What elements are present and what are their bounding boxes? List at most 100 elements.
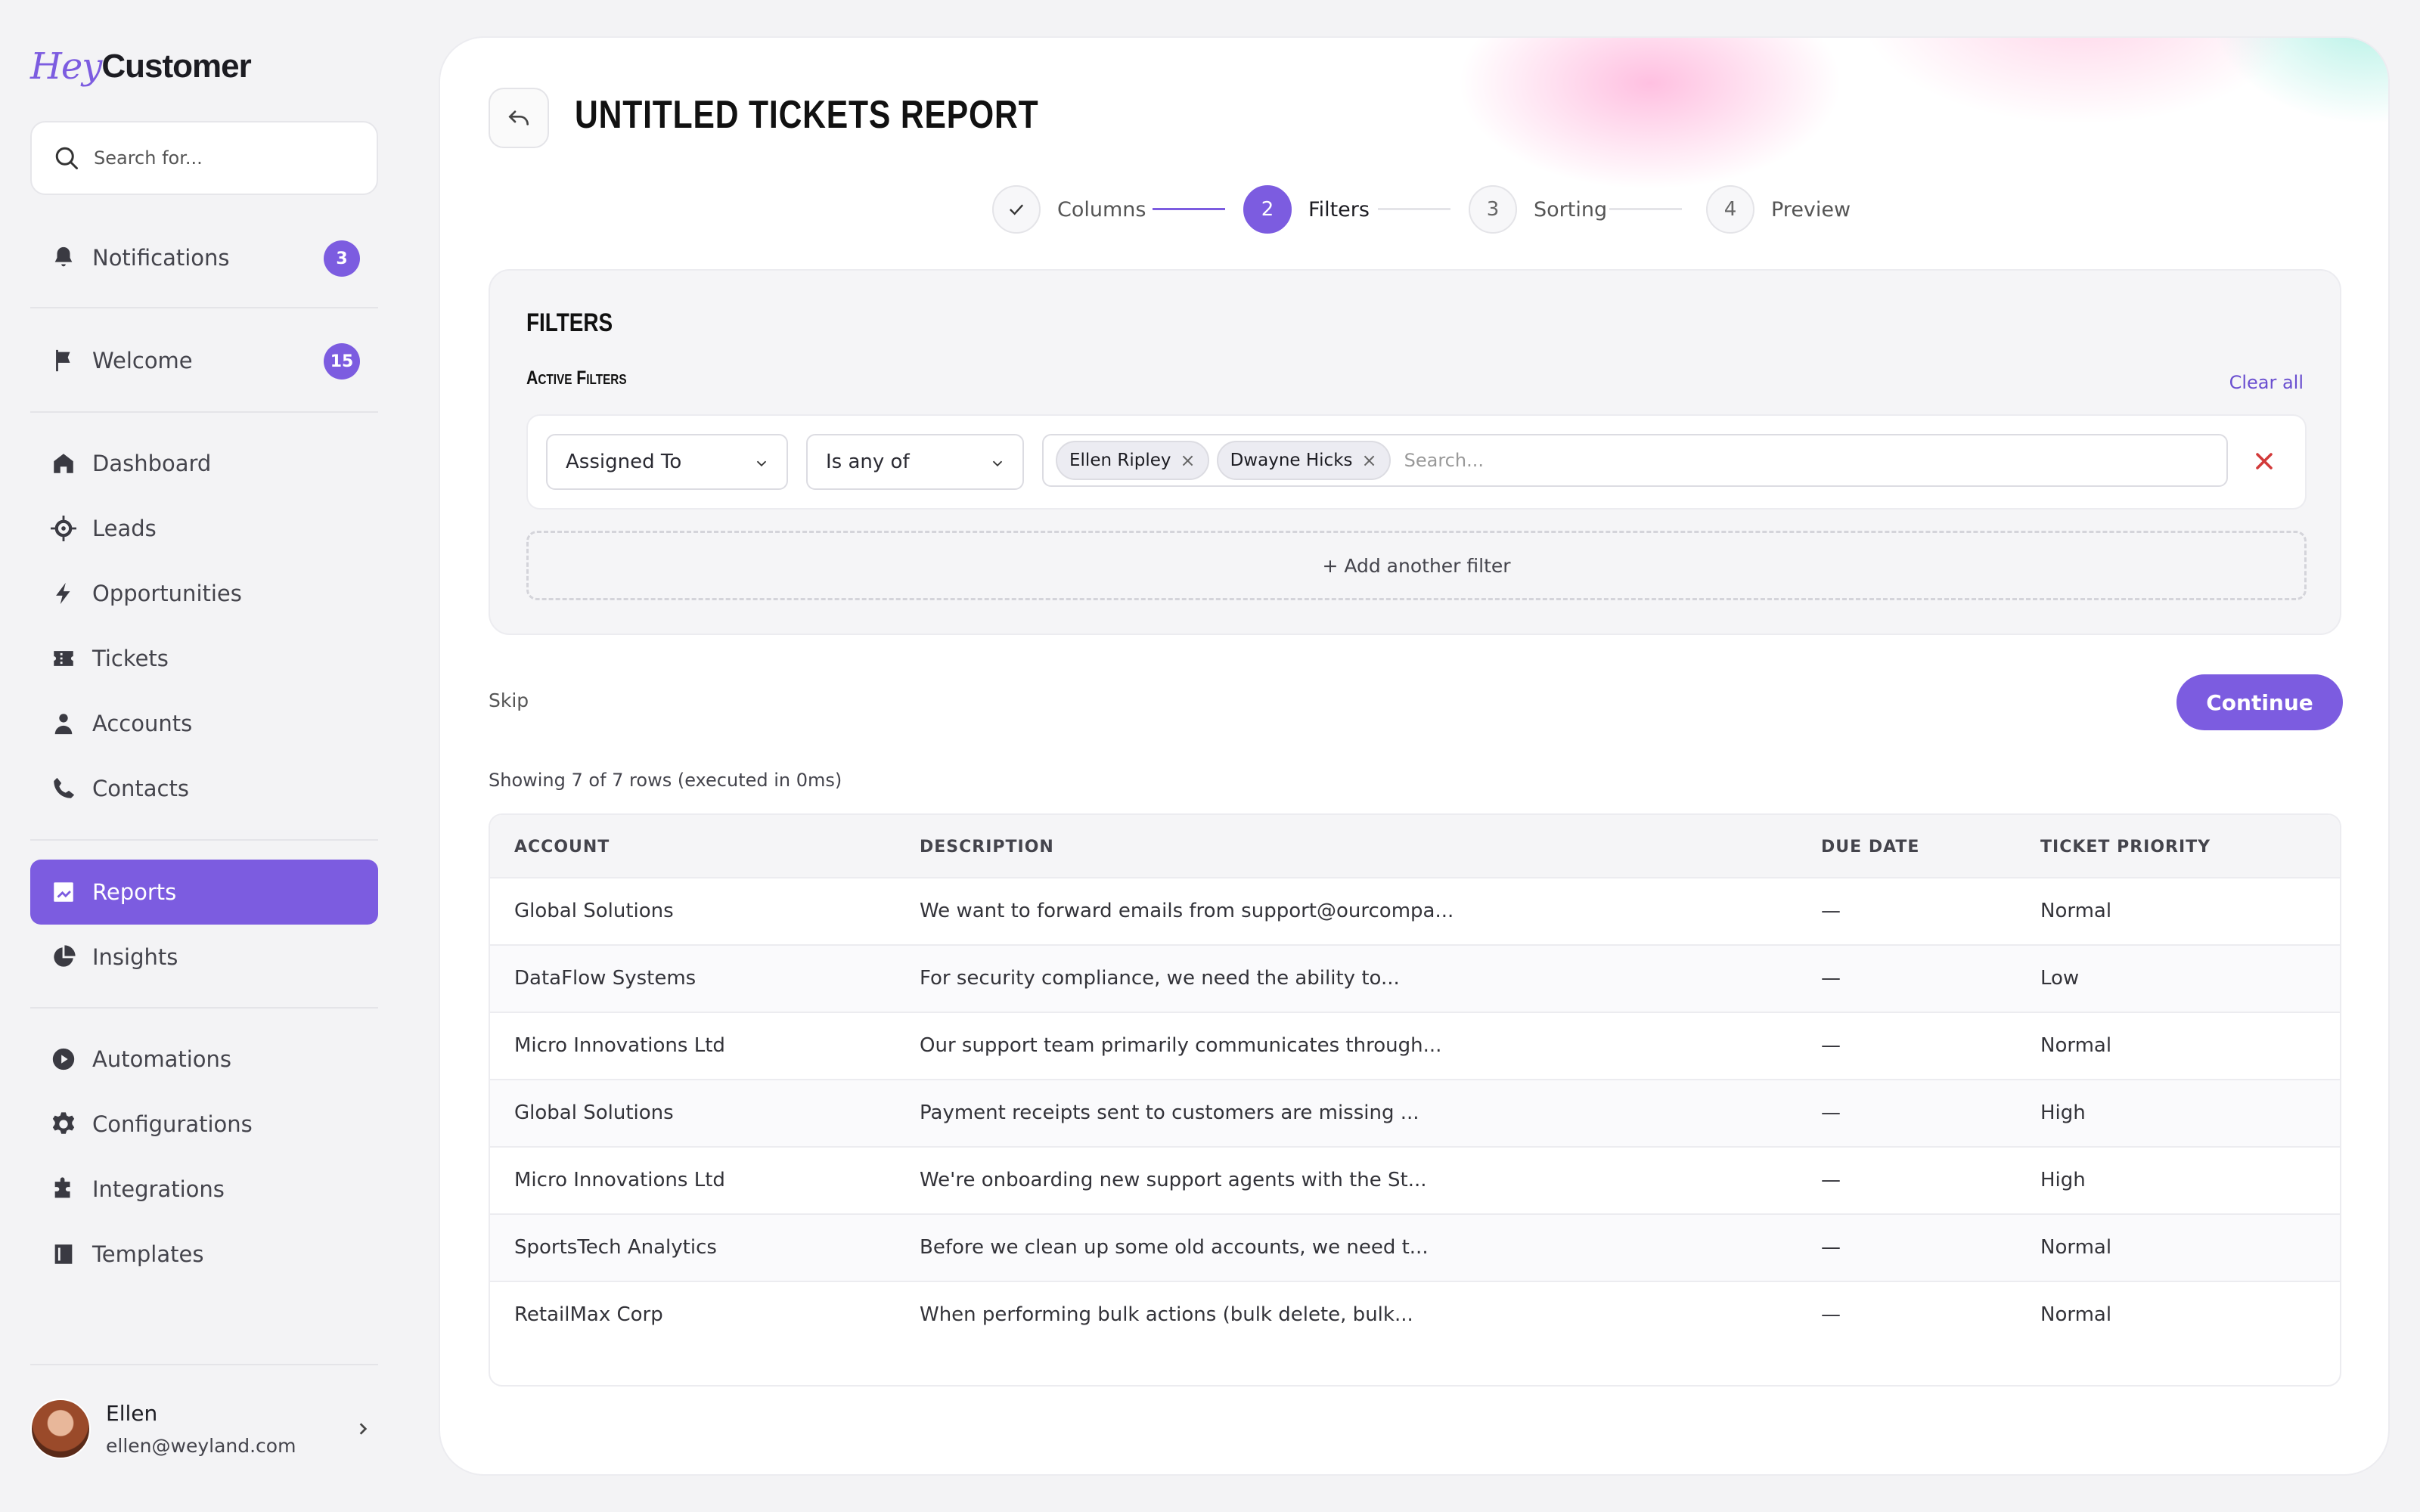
- table-row[interactable]: Micro Innovations Ltd Our support team p…: [490, 1013, 2340, 1080]
- value-chip: Ellen Ripley ×: [1056, 441, 1209, 480]
- search-input[interactable]: [94, 147, 351, 169]
- step-filters[interactable]: 2 Filters: [1243, 184, 1370, 234]
- back-button[interactable]: [489, 88, 549, 148]
- welcome-badge: 15: [324, 343, 360, 380]
- cell-due-date: —: [1821, 1169, 1841, 1191]
- operator-select[interactable]: Is any of: [806, 434, 1024, 490]
- cell-description: We're onboarding new support agents with…: [920, 1169, 1427, 1191]
- sidebar-item-templates[interactable]: Templates: [30, 1222, 378, 1287]
- column-header-account[interactable]: ACCOUNT: [514, 838, 610, 857]
- sidebar-divider: [30, 1364, 378, 1365]
- sidebar-item-label: Tickets: [92, 646, 169, 671]
- sidebar-item-label: Insights: [92, 944, 178, 970]
- step-connector: [1378, 208, 1450, 210]
- table-row[interactable]: Global Solutions We want to forward emai…: [490, 878, 2340, 946]
- sidebar-item-leads[interactable]: Leads: [30, 496, 378, 561]
- table-row[interactable]: Micro Innovations Ltd We're onboarding n…: [490, 1148, 2340, 1215]
- sidebar-item-accounts[interactable]: Accounts: [30, 691, 378, 756]
- cell-description: Before we clean up some old accounts, we…: [920, 1236, 1429, 1259]
- sidebar-item-label: Automations: [92, 1046, 232, 1072]
- step-columns[interactable]: Columns: [992, 184, 1146, 234]
- sidebar-item-notifications[interactable]: Notifications 3: [30, 225, 378, 290]
- cell-description: Our support team primarily communicates …: [920, 1034, 1442, 1057]
- sidebar-item-insights[interactable]: Insights: [30, 925, 378, 990]
- search-icon: [55, 147, 78, 169]
- table-row[interactable]: DataFlow Systems For security compliance…: [490, 946, 2340, 1013]
- cell-priority: Normal: [2040, 1034, 2112, 1057]
- cell-account: Global Solutions: [514, 1101, 674, 1124]
- check-icon: [1010, 204, 1024, 215]
- sidebar-item-contacts[interactable]: Contacts: [30, 756, 378, 821]
- sidebar-item-integrations[interactable]: Integrations: [30, 1157, 378, 1222]
- rows-info: Showing 7 of 7 rows (executed in 0ms): [489, 770, 842, 791]
- sidebar-item-label: Leads: [92, 516, 157, 541]
- skip-link[interactable]: Skip: [489, 689, 529, 711]
- sidebar-item-label: Dashboard: [92, 451, 212, 476]
- sidebar-item-label: Accounts: [92, 711, 193, 736]
- sidebar-item-automations[interactable]: Automations: [30, 1027, 378, 1092]
- phone-icon: [48, 773, 79, 804]
- cell-priority: High: [2040, 1169, 2086, 1191]
- bolt-icon: [48, 578, 79, 609]
- field-select[interactable]: Assigned To: [546, 434, 788, 490]
- continue-button[interactable]: Continue: [2176, 674, 2343, 730]
- sidebar-item-opportunities[interactable]: Opportunities: [30, 561, 378, 626]
- cell-priority: Normal: [2040, 900, 2112, 922]
- column-header-ticket-priority[interactable]: TICKET PRIORITY: [2040, 838, 2211, 857]
- sidebar-divider: [30, 307, 378, 308]
- column-header-due-date[interactable]: DUE DATE: [1821, 838, 1919, 857]
- table-row[interactable]: SportsTech Analytics Before we clean up …: [490, 1215, 2340, 1282]
- gear-icon: [48, 1109, 79, 1139]
- notifications-badge: 3: [324, 240, 360, 277]
- sidebar-item-reports[interactable]: Reports: [30, 860, 378, 925]
- step-connector: [1609, 208, 1682, 210]
- logo-hey: Hey: [30, 45, 102, 88]
- sidebar-item-label: Welcome: [92, 348, 193, 373]
- column-header-description[interactable]: DESCRIPTION: [920, 838, 1054, 857]
- step-preview[interactable]: 4 Preview: [1706, 184, 1851, 234]
- sidebar-item-label: Integrations: [92, 1176, 225, 1202]
- sidebar-item-configurations[interactable]: Configurations: [30, 1092, 378, 1157]
- remove-chip-icon[interactable]: ×: [1362, 450, 1377, 471]
- user-name: Ellen: [106, 1401, 158, 1426]
- puzzle-icon: [48, 1174, 79, 1204]
- step-sorting[interactable]: 3 Sorting: [1469, 184, 1607, 234]
- table-row[interactable]: Global Solutions Payment receipts sent t…: [490, 1080, 2340, 1148]
- remove-filter-icon[interactable]: [2251, 448, 2278, 475]
- play-icon: [48, 1044, 79, 1074]
- ticket-icon: [48, 643, 79, 674]
- cell-priority: Low: [2040, 967, 2080, 990]
- table-header: ACCOUNT DESCRIPTION DUE DATE TICKET PRIO…: [490, 815, 2340, 878]
- sidebar-search[interactable]: [30, 121, 378, 195]
- chevron-right-icon[interactable]: [348, 1414, 378, 1444]
- sidebar-item-dashboard[interactable]: Dashboard: [30, 431, 378, 496]
- step-number: 2: [1243, 185, 1292, 234]
- filters-heading: FILTERS: [526, 308, 613, 337]
- sidebar-item-label: Templates: [92, 1241, 204, 1267]
- sidebar-item-welcome[interactable]: Welcome 15: [30, 328, 378, 393]
- step-label: Preview: [1771, 197, 1851, 222]
- remove-chip-icon[interactable]: ×: [1180, 450, 1195, 471]
- cell-description: For security compliance, we need the abi…: [920, 967, 1400, 990]
- sidebar-divider: [30, 1007, 378, 1009]
- home-icon: [48, 448, 79, 479]
- sidebar-item-label: Opportunities: [92, 581, 242, 606]
- sidebar-item-tickets[interactable]: Tickets: [30, 626, 378, 691]
- clear-all-link[interactable]: Clear all: [2229, 372, 2304, 393]
- table-row[interactable]: RetailMax Corp When performing bulk acti…: [490, 1282, 2340, 1349]
- undo-arrow-icon: [508, 110, 529, 125]
- add-filter-button[interactable]: + Add another filter: [526, 531, 2307, 600]
- sidebar-item-label: Notifications: [92, 245, 230, 271]
- sidebar: HeyCustomer Notifications 3 Welcome 15 D…: [0, 0, 408, 1512]
- value-search-input[interactable]: [1404, 450, 2085, 471]
- user-profile[interactable]: Ellen ellen@weyland.com: [30, 1391, 378, 1467]
- filters-card: FILTERS Active Filters Clear all Assigne…: [489, 269, 2341, 635]
- value-tag-input[interactable]: Ellen Ripley × Dwayne Hicks ×: [1042, 434, 2228, 487]
- target-icon: [48, 513, 79, 544]
- page-title: UNTITLED TICKETS REPORT: [575, 93, 1039, 137]
- bell-icon: [48, 243, 79, 273]
- cell-account: DataFlow Systems: [514, 967, 697, 990]
- cell-due-date: —: [1821, 1101, 1841, 1124]
- sidebar-item-label: Reports: [92, 879, 177, 905]
- app-logo[interactable]: Hey Customer: [30, 42, 252, 91]
